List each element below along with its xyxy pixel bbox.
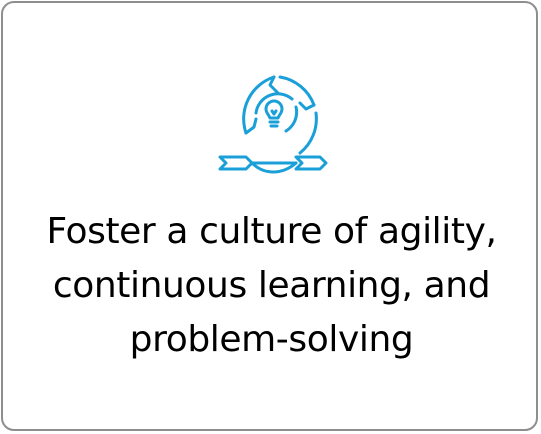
card-description-line-1: Foster a culture of agility, xyxy=(46,211,497,252)
agility-cycle-lightbulb-icon xyxy=(216,71,332,175)
feature-card: Foster a culture of agility, continuous … xyxy=(1,1,538,431)
card-description-line-3: problem-solving xyxy=(129,319,414,360)
card-description-line-2: continuous learning, and xyxy=(52,265,491,306)
card-description: Foster a culture of agility, continuous … xyxy=(3,205,540,367)
